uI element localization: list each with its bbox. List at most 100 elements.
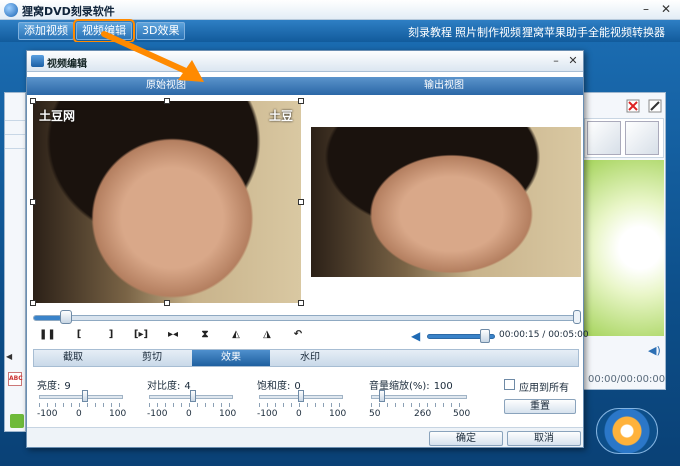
skip-end-icon[interactable]: ▸◂ [165, 327, 181, 343]
ok-button[interactable]: 确定 [429, 431, 503, 446]
slider-name: 饱和度: [257, 381, 291, 392]
link-burn-tutorial[interactable]: 刻录教程 [408, 24, 452, 40]
thumbnail[interactable] [587, 121, 621, 155]
slider-tick-label: 0 [296, 409, 302, 419]
slider-track[interactable] [39, 395, 123, 399]
timeline-slider[interactable] [33, 315, 579, 321]
scroll-left-arrow-icon[interactable]: ◀ [6, 352, 24, 362]
timeline-handle[interactable] [60, 310, 72, 324]
slider-handle[interactable] [82, 390, 88, 402]
video-edit-icon [31, 55, 44, 67]
link-apple-helper[interactable]: 狸窝苹果助手 [522, 24, 588, 40]
slider-tick-label: 100 [219, 409, 237, 419]
video-still [311, 127, 581, 277]
slider-ticks [149, 403, 233, 407]
minimize-icon[interactable]: – [549, 54, 563, 68]
original-video-frame[interactable]: 土豆网 土豆 [33, 101, 301, 303]
slider-handle[interactable] [190, 390, 196, 402]
side-time-readout: 00:00/00:00:00 [588, 374, 666, 385]
crop-handle[interactable] [30, 300, 36, 306]
timeline-progress [34, 316, 61, 320]
edit-tabbar: 截取 剪切 效果 水印 [33, 349, 579, 367]
current-time: 00:00:15 [499, 330, 540, 340]
total-time: 00:05:00 [548, 330, 589, 340]
thumbnail-strip [584, 118, 664, 158]
minimize-icon[interactable]: – [638, 2, 654, 17]
slider-tick-label: 50 [369, 409, 381, 419]
crop-handle[interactable] [298, 199, 304, 205]
thumbnail[interactable] [625, 121, 659, 155]
mirror-icon[interactable]: ◮ [259, 327, 275, 343]
slider-tick-label: 260 [414, 409, 432, 419]
crop-handle[interactable] [298, 98, 304, 104]
mark-in-icon[interactable]: [ [71, 327, 87, 343]
slider-tick-label: 0 [76, 409, 82, 419]
menu-preview [584, 160, 664, 336]
crop-handle[interactable] [164, 98, 170, 104]
dialog-title: 视频编辑 [47, 59, 87, 70]
slider-track[interactable] [371, 395, 467, 399]
right-toolbar [582, 97, 666, 115]
slider-value: 9 [64, 381, 71, 392]
edit-icon[interactable] [648, 99, 662, 113]
video-still [33, 101, 301, 303]
slider-handle[interactable] [379, 390, 385, 402]
crop-handle[interactable] [30, 98, 36, 104]
undo-icon[interactable]: ↶ [290, 327, 306, 343]
timeline-end-marker[interactable] [573, 310, 581, 324]
slider-ticks [259, 403, 343, 407]
pause-icon[interactable]: ❚❚ [39, 327, 56, 343]
flip-icon[interactable]: ◭ [228, 327, 244, 343]
volume-icon[interactable]: ◀ [411, 329, 425, 343]
slider-label: 饱和度: 0 [257, 377, 301, 392]
crop-handle[interactable] [30, 199, 36, 205]
tab-trim[interactable]: 截取 [34, 350, 112, 366]
time-readout: 00:00:15 / 00:05:00 [499, 330, 589, 340]
tab-watermark[interactable]: 水印 [271, 350, 349, 366]
cancel-button[interactable]: 取消 [507, 431, 581, 446]
tab-add-video[interactable]: 添加视频 [18, 22, 74, 40]
slider-tick-label: -100 [37, 409, 58, 419]
slider-tick-label: 500 [453, 409, 471, 419]
status-icon [10, 414, 24, 428]
delete-icon[interactable] [626, 99, 640, 113]
output-video-frame [311, 127, 581, 277]
slider-label: 对比度: 4 [147, 377, 191, 392]
slider-tick-label: 100 [109, 409, 127, 419]
slider-tick-label: 0 [186, 409, 192, 419]
slider-name: 亮度: [37, 381, 61, 392]
slider-ticks [39, 403, 123, 407]
slider-handle[interactable] [298, 390, 304, 402]
app-title: 狸窝DVD刻录软件 [22, 5, 115, 18]
slider-value: 100 [433, 381, 453, 392]
reset-button[interactable]: 重置 [504, 399, 576, 414]
slider-ticks [371, 403, 467, 407]
tab-crop[interactable]: 剪切 [113, 350, 191, 366]
close-icon[interactable]: ✕ [566, 54, 580, 68]
link-video-converter[interactable]: 全能视频转换器 [588, 24, 665, 40]
slider-tick-label: 100 [329, 409, 347, 419]
speaker-icon[interactable]: ◀) [648, 344, 662, 357]
crop-handle[interactable] [164, 300, 170, 306]
text-icon[interactable]: ABC [8, 372, 23, 386]
tab-output-view[interactable]: 输出视图 [305, 77, 583, 95]
slider-tick-label: -100 [147, 409, 168, 419]
crop-handle[interactable] [298, 300, 304, 306]
slider-tick-label: -100 [257, 409, 278, 419]
watermark-right: 土豆 [268, 109, 293, 123]
left-list [5, 120, 25, 160]
app-logo [4, 3, 18, 17]
slider-name: 对比度: [147, 381, 181, 392]
burn-button[interactable] [596, 408, 658, 454]
close-icon[interactable]: ✕ [658, 2, 674, 17]
next-frame-icon[interactable]: [▸] [133, 327, 149, 343]
split-icon[interactable]: ⧗ [197, 327, 213, 343]
dialog-footer: 确定 取消 [27, 427, 583, 447]
mark-out-icon[interactable]: ] [103, 327, 119, 343]
tab-effect[interactable]: 效果 [192, 350, 270, 366]
volume-handle[interactable] [480, 329, 490, 343]
link-photo-video[interactable]: 照片制作视频 [455, 24, 521, 40]
watermark-left: 土豆网 [39, 109, 76, 123]
apply-all-label: 应用到所有 [519, 383, 569, 394]
apply-all-checkbox[interactable] [504, 379, 515, 390]
